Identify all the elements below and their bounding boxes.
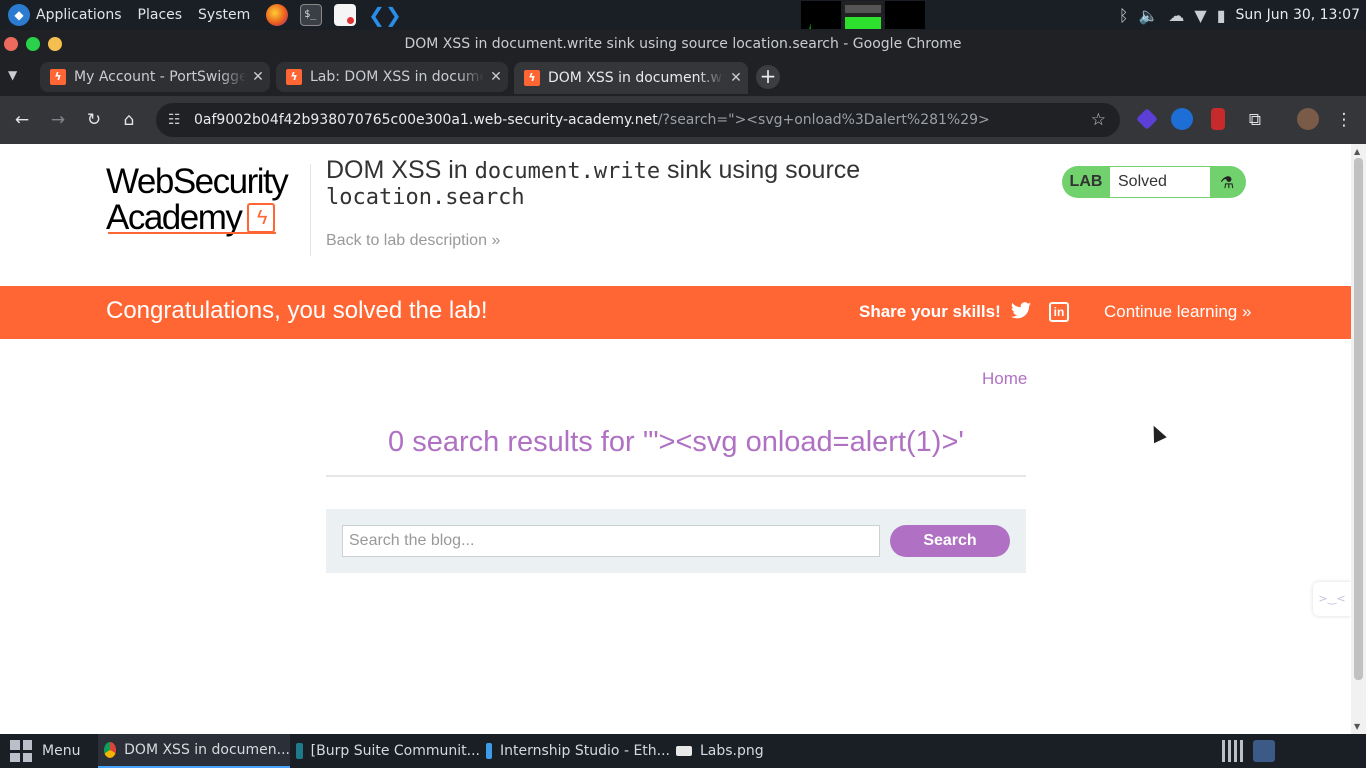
double-chevron-icon: » <box>1242 302 1252 321</box>
taskbar-menu-button[interactable]: Menu <box>10 734 80 768</box>
menu-places[interactable]: Places <box>138 7 183 23</box>
maximize-window-button[interactable] <box>26 37 40 51</box>
congratulations-banner: Congratulations, you solved the lab! Sha… <box>0 286 1351 339</box>
firefox-icon[interactable] <box>266 4 289 26</box>
system-monitor <box>801 1 925 29</box>
os-taskbar: Menu DOM XSS in documen... [Burp Suite C… <box>0 734 1366 768</box>
web-page: WebSecurity Academy ϟ DOM XSS in document… <box>0 144 1351 734</box>
minimize-window-button[interactable] <box>48 37 62 51</box>
chrome-tray-icon[interactable] <box>1253 740 1275 762</box>
text-editor-icon[interactable] <box>334 4 357 26</box>
clock[interactable]: Sun Jun 30, 13:07 <box>1236 7 1360 23</box>
battery-icon[interactable]: ▮ <box>1217 6 1226 25</box>
page-scrollbar[interactable]: ▲ ▼ <box>1351 144 1366 734</box>
url-host: 0af9002b04f42b938070765c00e300a1.web-sec… <box>194 112 658 128</box>
lab-status-value: Solved <box>1110 167 1210 197</box>
workspace-switcher-icon[interactable] <box>1222 740 1244 762</box>
tab-active-lab[interactable]: ϟ DOM XSS in document.write sink ✕ <box>514 62 748 94</box>
task-file-manager[interactable]: Internship Studio - Eth... <box>486 734 670 768</box>
home-link[interactable]: Home <box>982 369 1027 389</box>
burp-suite-icon <box>296 743 303 759</box>
close-window-button[interactable] <box>4 37 18 51</box>
tab-search-chevron-icon[interactable]: ▼ <box>8 68 17 82</box>
window-title: DOM XSS in document.write sink using sou… <box>404 36 962 52</box>
os-top-panel: ◆ Applications Places System $_ ❮❯ ᛒ 🔈 ☁… <box>0 0 1366 30</box>
app-grid-icon <box>10 740 32 762</box>
volume-icon[interactable]: 🔈 <box>1138 6 1158 25</box>
share-skills-text: Share your skills! <box>859 302 1001 321</box>
wifi-icon[interactable]: ▼ <box>1194 6 1206 25</box>
search-input[interactable] <box>342 525 880 557</box>
search-results-heading: 0 search results for '"><svg onload=aler… <box>388 426 964 458</box>
home-icon[interactable]: ⌂ <box>117 108 141 132</box>
scrollbar-thumb[interactable] <box>1354 158 1363 680</box>
tab-bar: ▼ ϟ My Account - PortSwigger ✕ ϟ Lab: DO… <box>0 58 1366 96</box>
portswigger-favicon-icon: ϟ <box>524 70 540 86</box>
extension-3-icon[interactable] <box>1211 108 1225 130</box>
lab-title: DOM XSS in document.write sink using sou… <box>326 156 861 211</box>
browser-toolbar: ← → ↻ ⌂ ☷ 0af9002b04f42b938070765c00e300… <box>0 96 1366 144</box>
scroll-up-icon[interactable]: ▲ <box>1354 147 1360 156</box>
results-divider <box>326 475 1026 477</box>
task-image-viewer[interactable]: Labs.png <box>676 734 796 768</box>
bookmark-star-icon[interactable]: ☆ <box>1091 103 1106 137</box>
memory-graph <box>843 1 883 29</box>
tab-my-account[interactable]: ϟ My Account - PortSwigger ✕ <box>40 62 270 92</box>
portswigger-favicon-icon: ϟ <box>286 69 302 85</box>
logo-underline <box>108 232 276 234</box>
close-tab-icon[interactable]: ✕ <box>724 70 748 86</box>
double-chevron-icon: » <box>491 232 501 249</box>
cpu-graph <box>801 1 841 29</box>
profile-avatar[interactable] <box>1297 108 1319 130</box>
terminal-icon[interactable]: $_ <box>300 4 323 26</box>
vscode-icon[interactable]: ❮❯ <box>368 4 402 26</box>
chrome-icon <box>104 742 117 758</box>
tab-lab-description[interactable]: ϟ Lab: DOM XSS in document.write sink ✕ <box>276 62 508 92</box>
task-burp-suite[interactable]: [Burp Suite Communit... <box>296 734 480 768</box>
floating-side-widget[interactable]: >‿< <box>1313 582 1351 616</box>
close-tab-icon[interactable]: ✕ <box>246 69 270 85</box>
lightning-bolt-icon: ϟ <box>247 203 276 233</box>
twitter-icon[interactable] <box>1010 300 1032 322</box>
continue-learning-link[interactable]: Continue learning » <box>1104 302 1251 322</box>
folder-icon <box>486 743 493 759</box>
reload-icon[interactable]: ↻ <box>82 108 106 132</box>
site-info-icon[interactable]: ☷ <box>168 103 181 137</box>
chrome-menu-icon[interactable]: ⋮ <box>1332 108 1356 132</box>
lab-label: LAB <box>1069 173 1103 190</box>
scroll-down-icon[interactable]: ▼ <box>1354 722 1360 731</box>
url-path: /?search="><svg+onload%3Dalert%281%29> <box>657 112 990 128</box>
distro-logo-icon[interactable]: ◆ <box>8 4 30 26</box>
bluetooth-icon[interactable]: ᛒ <box>1119 6 1129 25</box>
back-arrow-icon[interactable]: ← <box>10 108 34 132</box>
forward-arrow-icon[interactable]: → <box>46 108 70 132</box>
menu-system[interactable]: System <box>198 7 250 23</box>
lab-status-widget: LAB Solved ⚗ <box>1062 166 1246 198</box>
network-graph <box>885 1 925 29</box>
image-file-icon <box>676 746 692 756</box>
address-bar[interactable]: ☷ 0af9002b04f42b938070765c00e300a1.web-s… <box>156 103 1120 137</box>
linkedin-icon[interactable]: in <box>1049 302 1069 322</box>
congratulations-text: Congratulations, you solved the lab! <box>106 297 488 324</box>
portswigger-favicon-icon: ϟ <box>50 69 66 85</box>
search-form: Search <box>326 509 1026 573</box>
search-button[interactable]: Search <box>890 525 1010 557</box>
extension-1-icon[interactable] <box>1136 108 1158 130</box>
web-security-academy-logo[interactable]: WebSecurity Academy ϟ <box>106 164 308 236</box>
window-titlebar: DOM XSS in document.write sink using sou… <box>0 30 1366 58</box>
close-tab-icon[interactable]: ✕ <box>484 69 508 85</box>
task-chrome[interactable]: DOM XSS in documen... <box>98 734 290 768</box>
header-divider <box>310 164 311 256</box>
flask-icon: ⚗ <box>1219 172 1235 192</box>
cloud-icon[interactable]: ☁ <box>1168 6 1184 25</box>
new-tab-button[interactable]: + <box>756 65 780 89</box>
system-tray: ᛒ 🔈 ☁ ▼ ▮ Sun Jun 30, 13:07 <box>1119 0 1366 30</box>
back-to-lab-description-link[interactable]: Back to lab description » <box>326 232 500 250</box>
extension-2-icon[interactable] <box>1171 108 1193 130</box>
extensions-puzzle-icon[interactable]: ⧉ <box>1243 108 1267 132</box>
menu-applications[interactable]: Applications <box>36 7 122 23</box>
